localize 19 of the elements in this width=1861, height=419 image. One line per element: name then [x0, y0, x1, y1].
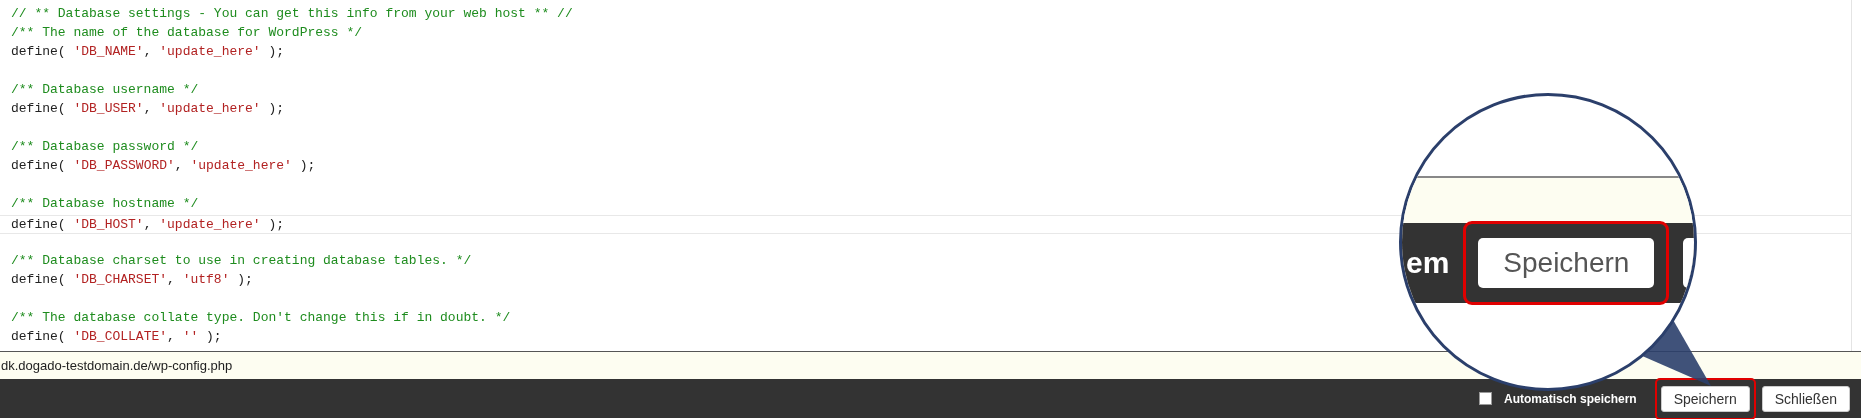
autosave-label: Automatisch speichern [1504, 391, 1637, 406]
code-line: define( 'DB_CHARSET', 'utf8' ); [11, 272, 253, 287]
autosave-checkbox[interactable] [1479, 392, 1492, 405]
save-button[interactable]: Speichern [1660, 385, 1750, 412]
code-line: define( 'DB_PASSWORD', 'update_here' ); [11, 158, 316, 173]
code-comment: /** Database charset to use in creating database tables. */ [11, 253, 472, 268]
code-line: define( 'DB_COLLATE', '' ); [11, 329, 222, 344]
code-comment: /** Database username */ [11, 82, 199, 97]
code-line: define( 'DB_NAME', 'update_here' ); [11, 44, 285, 59]
code-comment: // ** Database settings - You can get this info from your web host ** // [11, 6, 573, 21]
code-comment: /** Database password */ [11, 139, 199, 154]
code-line: define( 'DB_HOST', 'update_here' ); [11, 216, 285, 233]
code-line: define( 'DB_USER', 'update_here' ); [11, 101, 285, 116]
code-comment: /** The database collate type. Don't change this if in doubt. */ [11, 310, 511, 325]
close-button[interactable]: Schließen [1761, 385, 1850, 412]
magnified-label-fragment: em [1406, 246, 1450, 280]
code-comment: /** The name of the database for WordPress */ [11, 25, 363, 40]
code-comment: /** Database hostname */ [11, 196, 199, 211]
file-path: dk.dogado-testdomain.de/wp-config.php [1, 358, 233, 373]
